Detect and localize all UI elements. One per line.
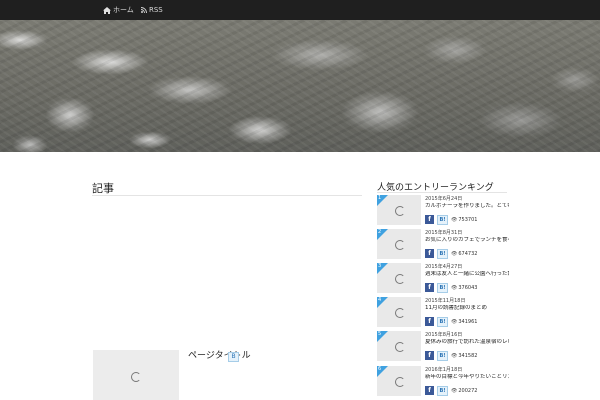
eye-icon: 👁 <box>451 250 458 257</box>
rank-number: 5 <box>378 331 382 337</box>
ranking-item[interactable]: 4 2015年11月18日 11月の読書記録のまとめ f B! 👁 341961 <box>377 297 512 331</box>
view-count: 👁 200272 <box>451 388 477 394</box>
hatena-bookmark-icon[interactable]: B! <box>437 248 448 259</box>
view-count: 👁 376043 <box>451 285 477 291</box>
header-banner-texture <box>0 20 600 152</box>
sidebar-title-divider <box>377 192 507 193</box>
hatena-bookmark-icon[interactable]: B! <box>437 282 448 293</box>
rss-icon <box>141 7 147 13</box>
rank-number: 2 <box>378 229 382 235</box>
ranking-title-link[interactable]: 11月の読書記録のまとめ <box>425 305 509 312</box>
loading-spinner-icon <box>395 377 405 387</box>
title-divider <box>92 195 362 196</box>
ranking-meta: f B! 👁 376043 <box>425 282 477 293</box>
nav-rss-link[interactable]: RSS <box>141 0 163 20</box>
header-banner-image <box>0 20 600 152</box>
view-count-value: 341582 <box>458 352 478 359</box>
facebook-share-icon[interactable]: f <box>425 283 434 292</box>
rank-number: 6 <box>378 366 382 372</box>
ranking-title-link[interactable]: お気に入りのカフェでランチを食べてきました。 <box>425 237 509 244</box>
ranking-item[interactable]: 6 2016年1月18日 新年の目標と今年やりたいことリスト（前編） f B! … <box>377 366 512 400</box>
view-count: 👁 753701 <box>451 217 477 223</box>
ranking-meta: f B! 👁 200272 <box>425 385 477 396</box>
loading-spinner-icon <box>395 342 405 352</box>
loading-spinner-icon <box>395 240 405 250</box>
ranking-title-link[interactable]: 週末は友人と一緒に公園へ行った話 <box>425 271 509 278</box>
nav-home-link[interactable]: ホーム <box>103 0 134 20</box>
eye-icon: 👁 <box>451 318 458 325</box>
ranking-date: 2015年8月16日 <box>425 332 463 338</box>
hatena-bookmark-icon[interactable]: B! <box>437 385 448 396</box>
rank-number: 3 <box>378 263 382 269</box>
loading-spinner-icon <box>395 308 405 318</box>
loading-spinner-icon <box>395 274 405 284</box>
nav-rss-label: RSS <box>149 6 163 14</box>
view-count: 👁 674732 <box>451 251 477 257</box>
facebook-share-icon[interactable]: f <box>425 386 434 395</box>
view-count-value: 376043 <box>458 284 478 291</box>
facebook-share-icon[interactable]: f <box>425 317 434 326</box>
eye-icon: 👁 <box>451 284 458 291</box>
ranking-date: 2015年6月24日 <box>425 196 463 202</box>
facebook-share-icon[interactable]: f <box>425 215 434 224</box>
loading-spinner-icon <box>131 372 141 382</box>
ranking-item[interactable]: 3 2015年4月27日 週末は友人と一緒に公園へ行った話 f B! 👁 376… <box>377 263 512 297</box>
facebook-share-icon[interactable]: f <box>425 249 434 258</box>
eye-icon: 👁 <box>451 387 458 394</box>
rank-number: 1 <box>378 195 382 201</box>
ranking-meta: f B! 👁 753701 <box>425 214 477 225</box>
ranking-meta: f B! 👁 341961 <box>425 316 477 327</box>
ranking-item[interactable]: 2 2015年8月31日 お気に入りのカフェでランチを食べてきました。 f B!… <box>377 229 512 263</box>
view-count-value: 753701 <box>458 216 478 223</box>
eye-icon: 👁 <box>451 216 458 223</box>
facebook-share-icon[interactable]: f <box>425 351 434 360</box>
view-count-value: 200272 <box>458 387 478 394</box>
ranking-title-link[interactable]: 新年の目標と今年やりたいことリスト（前編） <box>425 374 509 381</box>
hatena-bookmark-icon[interactable]: B! <box>437 214 448 225</box>
view-count-value: 674732 <box>458 250 478 257</box>
hatena-bookmark-icon[interactable]: B! <box>437 316 448 327</box>
eye-icon: 👁 <box>451 352 458 359</box>
ranking-meta: f B! 👁 341582 <box>425 350 477 361</box>
ranking-title-link[interactable]: 夏休みの旅行で訪れた温泉宿のレビューと感想です <box>425 339 509 346</box>
rank-number: 4 <box>378 297 382 303</box>
view-count-value: 341961 <box>458 318 478 325</box>
ranking-date: 2016年1月18日 <box>425 367 463 373</box>
ranking-item[interactable]: 5 2015年8月16日 夏休みの旅行で訪れた温泉宿のレビューと感想です f B… <box>377 331 512 365</box>
ranking-date: 2015年8月31日 <box>425 230 463 236</box>
ranking-date: 2015年11月18日 <box>425 298 466 304</box>
loading-spinner-icon <box>395 206 405 216</box>
post-title-link[interactable]: ページタイトル <box>188 348 251 361</box>
view-count: 👁 341582 <box>451 353 477 359</box>
hatena-bookmark-icon[interactable]: B! <box>437 350 448 361</box>
hatena-bookmark-badge[interactable]: B <box>228 352 239 362</box>
home-icon <box>103 6 111 14</box>
ranking-item[interactable]: 1 2015年6月24日 カルボナーラを作りました。とても美味しかったです f … <box>377 195 512 229</box>
post-thumbnail[interactable] <box>93 350 179 400</box>
view-count: 👁 341961 <box>451 319 477 325</box>
top-navigation-bar: ホーム RSS <box>0 0 600 20</box>
ranking-meta: f B! 👁 674732 <box>425 248 477 259</box>
nav-home-label: ホーム <box>113 6 134 14</box>
page-title: 記事 <box>92 182 114 195</box>
ranking-date: 2015年4月27日 <box>425 264 463 270</box>
ranking-title-link[interactable]: カルボナーラを作りました。とても美味しかったです <box>425 203 509 210</box>
